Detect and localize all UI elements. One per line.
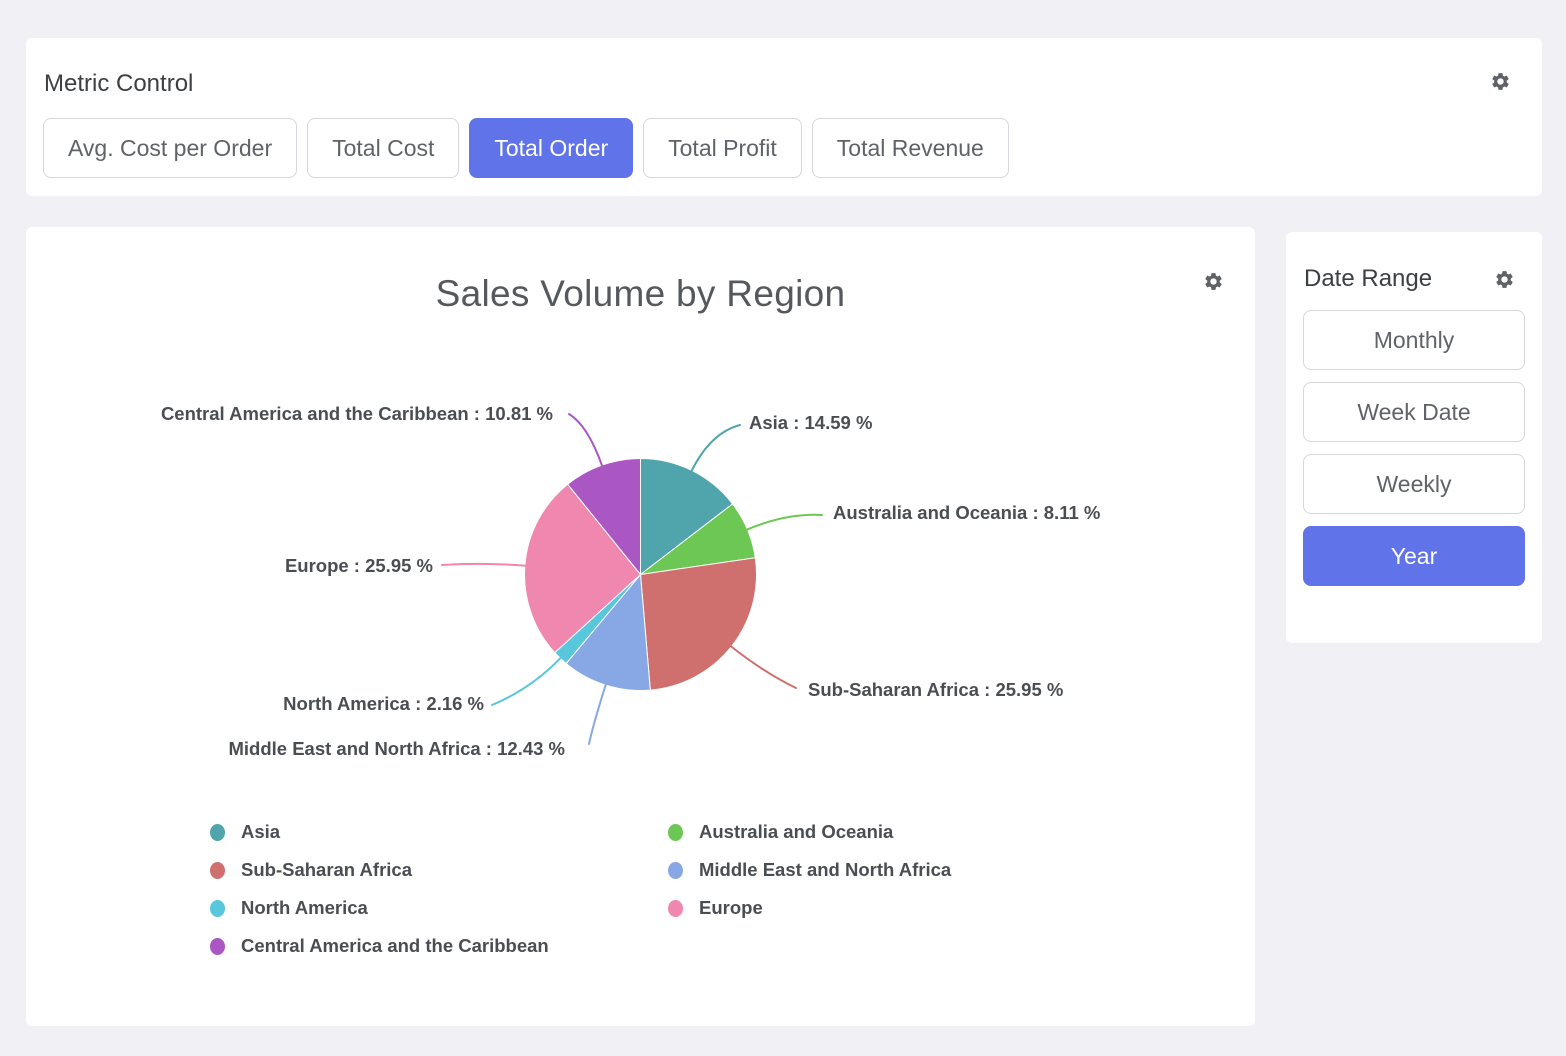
metric-control-panel: Metric Control Avg. Cost per OrderTotal … bbox=[26, 38, 1542, 196]
date-range-buttons-group: Monthly Week Date Weekly Year bbox=[1303, 310, 1525, 586]
legend-item-middle-east-and-north-africa[interactable]: Middle East and North Africa bbox=[668, 851, 951, 889]
date-button-year[interactable]: Year bbox=[1303, 526, 1525, 586]
pie-callout-australia-and-oceania: Australia and Oceania : 8.11 % bbox=[833, 502, 1100, 523]
pie-leader-line-north-america bbox=[492, 658, 561, 705]
legend-dot-sub-saharan-africa bbox=[210, 862, 225, 879]
legend-dot-europe bbox=[668, 900, 683, 917]
pie-leader-line-europe bbox=[442, 564, 526, 566]
metric-control-title: Metric Control bbox=[44, 70, 193, 98]
legend-label-australia-and-oceania: Australia and Oceania bbox=[699, 821, 893, 843]
legend-label-middle-east-and-north-africa: Middle East and North Africa bbox=[699, 859, 951, 881]
legend-column-2: Australia and Oceania Middle East and Nor… bbox=[668, 813, 951, 927]
date-button-week-date[interactable]: Week Date bbox=[1303, 382, 1525, 442]
date-button-monthly[interactable]: Monthly bbox=[1303, 310, 1525, 370]
pie-leader-line-asia bbox=[691, 425, 740, 471]
metric-buttons-group: Avg. Cost per OrderTotal CostTotal Order… bbox=[43, 118, 1009, 178]
metric-button-total-revenue[interactable]: Total Revenue bbox=[812, 118, 1009, 178]
pie-leader-line-middle-east-and-north-africa bbox=[589, 684, 606, 744]
pie-leader-line-australia-and-oceania bbox=[746, 515, 822, 530]
legend-dot-australia-and-oceania bbox=[668, 824, 683, 841]
settings-gear-icon[interactable] bbox=[1490, 71, 1511, 92]
date-button-weekly[interactable]: Weekly bbox=[1303, 454, 1525, 514]
legend-item-north-america[interactable]: North America bbox=[210, 889, 549, 927]
pie-leader-line-central-america-and-the-caribbean bbox=[569, 414, 602, 466]
legend-column-1: Asia Sub-Saharan Africa North America Centr… bbox=[210, 813, 549, 965]
metric-button-total-cost[interactable]: Total Cost bbox=[307, 118, 459, 178]
pie-callout-central-america-and-the-caribbean: Central America and the Caribbean : 10.8… bbox=[161, 403, 553, 424]
legend-dot-middle-east-and-north-africa bbox=[668, 862, 683, 879]
legend-item-sub-saharan-africa[interactable]: Sub-Saharan Africa bbox=[210, 851, 549, 889]
metric-button-total-profit[interactable]: Total Profit bbox=[643, 118, 802, 178]
metric-button-total-order[interactable]: Total Order bbox=[469, 118, 633, 178]
settings-gear-icon[interactable] bbox=[1494, 269, 1515, 290]
legend-dot-asia bbox=[210, 824, 225, 841]
legend-dot-north-america bbox=[210, 900, 225, 917]
legend-label-central-america-and-the-caribbean: Central America and the Caribbean bbox=[241, 935, 549, 957]
legend-item-australia-and-oceania[interactable]: Australia and Oceania bbox=[668, 813, 951, 851]
date-range-panel: Date Range Monthly Week Date Weekly Year bbox=[1286, 232, 1542, 643]
legend-item-europe[interactable]: Europe bbox=[668, 889, 951, 927]
legend-label-north-america: North America bbox=[241, 897, 368, 919]
pie-callout-middle-east-and-north-africa: Middle East and North Africa : 12.43 % bbox=[228, 738, 565, 759]
legend-label-europe: Europe bbox=[699, 897, 763, 919]
pie-callout-sub-saharan-africa: Sub-Saharan Africa : 25.95 % bbox=[808, 679, 1063, 700]
chart-panel: Sales Volume by Region Asia : 14.59 %Aus… bbox=[26, 227, 1255, 1026]
legend-item-asia[interactable]: Asia bbox=[210, 813, 549, 851]
pie-leader-line-sub-saharan-africa bbox=[731, 646, 796, 688]
pie-callout-asia: Asia : 14.59 % bbox=[749, 412, 872, 433]
legend-dot-central-america-and-the-caribbean bbox=[210, 938, 225, 955]
metric-button-avg-cost-per-order[interactable]: Avg. Cost per Order bbox=[43, 118, 297, 178]
legend-label-sub-saharan-africa: Sub-Saharan Africa bbox=[241, 859, 412, 881]
legend-item-central-america-and-the-caribbean[interactable]: Central America and the Caribbean bbox=[210, 927, 549, 965]
legend-label-asia: Asia bbox=[241, 821, 280, 843]
date-range-title: Date Range bbox=[1304, 265, 1432, 293]
pie-callout-europe: Europe : 25.95 % bbox=[285, 555, 433, 576]
pie-callout-north-america: North America : 2.16 % bbox=[283, 693, 484, 714]
pie-slice-sub-saharan-africa[interactable] bbox=[641, 558, 757, 690]
